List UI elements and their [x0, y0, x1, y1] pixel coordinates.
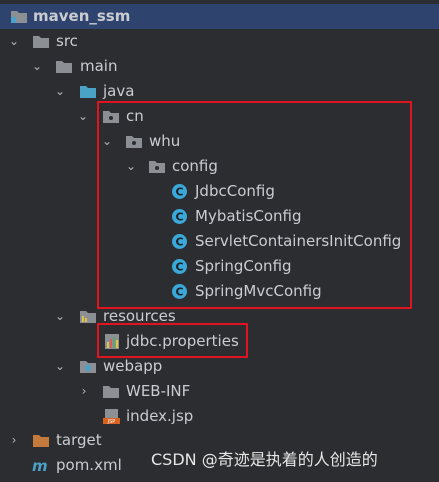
chevron-down-icon[interactable]: ⌄	[76, 104, 90, 129]
chevron-down-icon[interactable]: ⌄	[100, 129, 114, 154]
package-icon	[102, 108, 120, 125]
tree-item-label: config	[172, 157, 218, 175]
tree-item-index-jsp[interactable]: JSP index.jsp	[0, 404, 439, 429]
tree-item-resources[interactable]: ⌄ resources	[0, 304, 439, 329]
project-tree: maven_ssm ⌄ src ⌄ main ⌄ java ⌄ cn ⌄ whu…	[0, 0, 439, 479]
tree-item-whu[interactable]: ⌄ whu	[0, 129, 439, 154]
tree-item-cn[interactable]: ⌄ cn	[0, 104, 439, 129]
resources-root-icon	[79, 308, 97, 325]
class-icon: C	[171, 258, 189, 275]
tree-item-src[interactable]: ⌄ src	[0, 29, 439, 54]
tree-item-label: pom.xml	[56, 456, 122, 474]
svg-text:C: C	[175, 286, 183, 299]
chevron-down-icon[interactable]: ⌄	[30, 54, 44, 79]
tree-item-label: ServletContainersInitConfig	[195, 232, 402, 250]
tree-item-label: whu	[149, 132, 181, 150]
svg-text:C: C	[175, 236, 183, 249]
tree-item-class[interactable]: C SpringMvcConfig	[0, 279, 439, 304]
jsp-file-icon: JSP	[103, 408, 121, 425]
svg-text:m: m	[32, 457, 48, 474]
tree-item-class[interactable]: C JdbcConfig	[0, 179, 439, 204]
tree-item-label: java	[103, 82, 135, 100]
tree-item-config[interactable]: ⌄ config	[0, 154, 439, 179]
tree-item-maven-ssm[interactable]: maven_ssm	[0, 4, 439, 29]
tree-item-class[interactable]: C ServletContainersInitConfig	[0, 229, 439, 254]
module-folder-icon	[10, 8, 28, 25]
tree-item-label: SpringConfig	[195, 257, 292, 275]
tree-item-label: webapp	[103, 357, 163, 375]
chevron-right-icon[interactable]: ›	[7, 428, 21, 453]
tree-item-label: maven_ssm	[33, 7, 131, 25]
tree-item-class[interactable]: C MybatisConfig	[0, 204, 439, 229]
tree-item-web-inf[interactable]: › WEB-INF	[0, 379, 439, 404]
tree-item-label: MybatisConfig	[195, 207, 302, 225]
folder-icon	[55, 58, 73, 75]
folder-icon	[32, 33, 50, 50]
tree-item-label: target	[56, 431, 102, 449]
watermark: CSDN @奇迹是执着的人创造的	[151, 450, 378, 469]
tree-item-label: cn	[126, 107, 144, 125]
tree-item-label: jdbc.properties	[126, 332, 239, 350]
folder-icon	[102, 383, 120, 400]
properties-file-icon	[104, 333, 122, 350]
tree-item-class[interactable]: C SpringConfig	[0, 254, 439, 279]
web-folder-icon	[79, 358, 97, 375]
tree-item-jdbc-properties[interactable]: jdbc.properties	[0, 329, 439, 354]
tree-item-label: WEB-INF	[126, 382, 191, 400]
package-icon	[148, 158, 166, 175]
class-icon: C	[171, 233, 189, 250]
chevron-down-icon[interactable]: ⌄	[53, 304, 67, 329]
tree-item-main[interactable]: ⌄ main	[0, 54, 439, 79]
svg-text:C: C	[175, 186, 183, 199]
class-icon: C	[171, 183, 189, 200]
source-root-icon	[79, 83, 97, 100]
tree-item-label: main	[80, 57, 118, 75]
maven-icon: m	[32, 457, 50, 475]
tree-item-webapp[interactable]: ⌄ webapp	[0, 354, 439, 379]
svg-text:C: C	[175, 261, 183, 274]
tree-item-label: index.jsp	[126, 407, 194, 425]
tree-item-label: JdbcConfig	[195, 182, 275, 200]
tree-item-label: SpringMvcConfig	[195, 282, 322, 300]
tree-item-label: src	[56, 32, 78, 50]
svg-text:JSP: JSP	[107, 419, 116, 425]
chevron-down-icon[interactable]: ⌄	[53, 79, 67, 104]
svg-text:C: C	[175, 211, 183, 224]
chevron-down-icon[interactable]: ⌄	[7, 29, 21, 54]
class-icon: C	[171, 283, 189, 300]
package-icon	[125, 133, 143, 150]
class-icon: C	[171, 208, 189, 225]
chevron-right-icon[interactable]: ›	[77, 379, 91, 404]
chevron-down-icon[interactable]: ⌄	[124, 154, 138, 179]
tree-item-java[interactable]: ⌄ java	[0, 79, 439, 104]
excluded-folder-icon	[32, 432, 50, 449]
tree-item-label: resources	[103, 307, 176, 325]
chevron-down-icon[interactable]: ⌄	[53, 354, 67, 379]
